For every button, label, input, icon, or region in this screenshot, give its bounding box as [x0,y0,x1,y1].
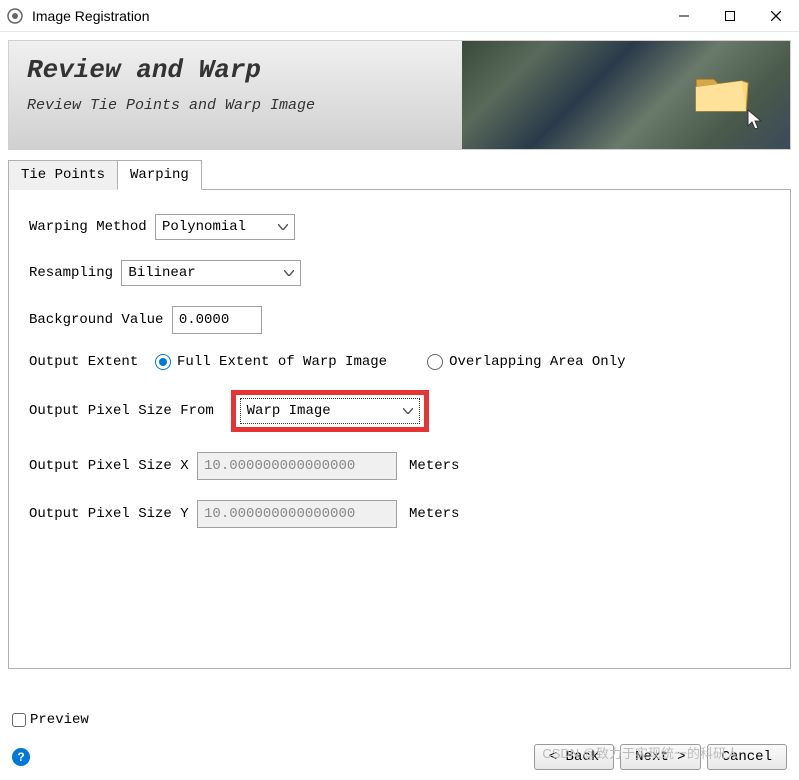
output-extent-label: Output Extent [29,354,155,370]
radio-full-extent[interactable] [155,354,171,370]
help-button[interactable]: ? [12,748,30,766]
header-banner: Review and Warp Review Tie Points and Wa… [8,40,791,150]
window-controls [661,0,799,32]
close-button[interactable] [753,0,799,32]
background-value-text: 0.0000 [179,312,229,328]
pixel-size-y-unit: Meters [409,506,459,522]
cancel-button[interactable]: Cancel [707,744,787,770]
pixel-size-y-label: Output Pixel Size Y [29,506,197,522]
pixel-size-y-value: 10.000000000000000 [204,506,355,522]
resampling-label: Resampling [29,265,121,281]
folder-icon [692,69,750,117]
next-button[interactable]: Next > [620,744,700,770]
radio-overlap-only-label: Overlapping Area Only [449,354,625,370]
background-value-label: Background Value [29,312,172,328]
radio-overlap-only[interactable] [427,354,443,370]
page-title: Review and Warp [27,55,444,85]
page-subtitle: Review Tie Points and Warp Image [27,97,444,114]
back-button[interactable]: < Back [534,744,614,770]
background-value-input[interactable]: 0.0000 [172,306,262,334]
warping-method-select[interactable]: Polynomial [155,214,295,240]
pixel-size-from-value: Warp Image [247,403,331,419]
preview-label: Preview [30,712,89,728]
pixel-size-x-unit: Meters [409,458,459,474]
footer: ? < Back Next > Cancel [0,744,799,770]
resampling-select[interactable]: Bilinear [121,260,301,286]
pixel-size-x-input[interactable]: 10.000000000000000 [197,452,397,480]
tab-area: Tie Points Warping Warping Method Polyno… [8,160,791,669]
preview-row: Preview [12,712,89,728]
titlebar: Image Registration [0,0,799,32]
warping-method-value: Polynomial [162,219,246,235]
cursor-icon [746,108,766,132]
highlight-annotation: Warp Image [231,390,429,432]
chevron-down-icon [274,265,294,281]
resampling-value: Bilinear [128,265,195,281]
tab-tie-points[interactable]: Tie Points [8,160,118,190]
folder-graphic [692,69,750,122]
tab-panel-warping: Warping Method Polynomial Resampling Bil… [8,189,791,669]
radio-full-extent-label: Full Extent of Warp Image [177,354,387,370]
maximize-button[interactable] [707,0,753,32]
preview-checkbox[interactable] [12,713,26,727]
chevron-down-icon [393,403,413,419]
pixel-size-x-value: 10.000000000000000 [204,458,355,474]
app-icon [6,7,24,25]
pixel-size-x-label: Output Pixel Size X [29,458,197,474]
window-title: Image Registration [32,8,661,24]
pixel-size-from-select[interactable]: Warp Image [240,398,420,424]
tab-strip: Tie Points Warping [8,160,791,190]
warping-method-label: Warping Method [29,219,155,235]
minimize-button[interactable] [661,0,707,32]
pixel-size-y-input[interactable]: 10.000000000000000 [197,500,397,528]
pixel-size-from-label: Output Pixel Size From [29,403,231,419]
chevron-down-icon [268,219,288,235]
tab-warping[interactable]: Warping [117,160,202,190]
